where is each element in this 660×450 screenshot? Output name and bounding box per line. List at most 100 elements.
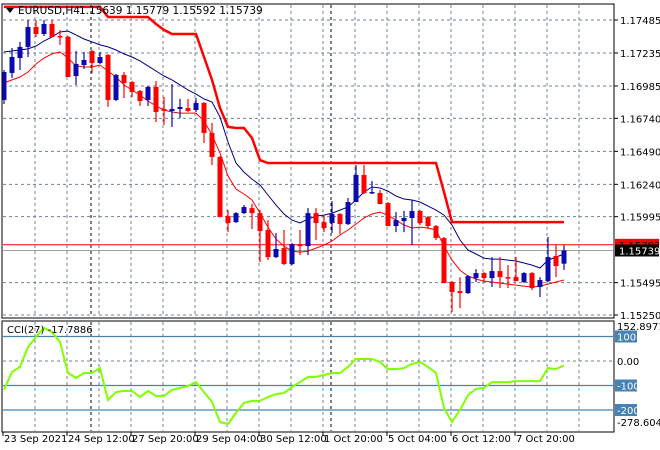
- bear-candle: [417, 210, 423, 225]
- time-tick-label: 24 Sep 12:00: [68, 434, 135, 445]
- candle-body: [537, 280, 543, 288]
- candle-body: [441, 238, 447, 284]
- price-tick-label: 1.16490: [620, 147, 660, 158]
- candle-body: [129, 82, 135, 92]
- candle-body: [81, 59, 87, 66]
- candle-body: [513, 277, 519, 282]
- bear-candle: [313, 208, 319, 241]
- bear-candle: [89, 49, 95, 73]
- candle-body: [17, 46, 23, 59]
- bear-candle: [185, 98, 191, 113]
- candle-body: [529, 273, 535, 289]
- candle-body: [241, 207, 247, 214]
- symbol-label: EURUSD,H4: [18, 5, 80, 17]
- candle-body: [449, 282, 455, 293]
- candle-body: [545, 257, 551, 282]
- bull-candle: [305, 208, 311, 256]
- bull-candle: [393, 212, 399, 233]
- bull-candle: [241, 205, 247, 215]
- price-tick-label: 1.15495: [620, 279, 660, 290]
- candle-body: [153, 86, 159, 113]
- price-tick-label: 1.17485: [620, 16, 660, 27]
- price-tick-label: 1.17235: [620, 49, 660, 60]
- bear-candle: [33, 20, 39, 37]
- candle-body: [49, 23, 55, 37]
- candle-body: [209, 132, 215, 158]
- candle-body: [409, 211, 415, 218]
- bull-candle: [9, 47, 15, 78]
- cci-title: CCI(27) -17.7886: [7, 325, 93, 336]
- bear-candle: [553, 245, 559, 278]
- time-tick-label: 1 Oct 20:00: [324, 434, 383, 445]
- candle-body: [217, 157, 223, 218]
- candle-body: [25, 26, 31, 47]
- time-tick-label: 23 Sep 2021: [4, 434, 67, 445]
- bull-candle: [177, 98, 183, 118]
- cci-level-label: -100: [617, 382, 640, 393]
- bear-candle: [385, 202, 391, 227]
- time-tick-label: 27 Sep 20:00: [132, 434, 199, 445]
- bull-candle: [145, 86, 151, 106]
- candle-body: [457, 291, 463, 294]
- candle-body: [177, 106, 183, 109]
- bull-candle: [289, 243, 295, 266]
- candle-body: [385, 203, 391, 227]
- bear-candle: [377, 190, 383, 205]
- bull-candle: [465, 275, 471, 294]
- candle-body: [105, 54, 111, 100]
- bear-candle: [65, 35, 71, 78]
- candle-body: [9, 56, 15, 73]
- bear-candle: [201, 101, 207, 144]
- bull-candle: [537, 277, 543, 298]
- bull-candle: [409, 200, 415, 246]
- candle-body: [97, 56, 103, 64]
- candle-body: [185, 108, 191, 111]
- bull-candle: [345, 198, 351, 225]
- bear-candle: [321, 215, 327, 233]
- candle-body: [137, 91, 143, 102]
- bear-candle: [225, 210, 231, 233]
- candle-body: [321, 222, 327, 229]
- candle-body: [289, 244, 295, 265]
- bull-candle: [329, 201, 335, 234]
- candle-body: [65, 36, 71, 78]
- bull-candle: [193, 98, 199, 113]
- candle-body: [161, 108, 167, 111]
- bear-candle: [105, 53, 111, 107]
- candle-body: [265, 230, 271, 258]
- price-tick-label: 1.16240: [620, 180, 660, 191]
- cci-level-label: -200: [617, 406, 640, 417]
- cci-level-label: 100: [617, 333, 636, 344]
- bear-candle: [529, 272, 535, 291]
- candle-body: [113, 74, 119, 100]
- bear-candle: [129, 80, 135, 97]
- bear-candle: [457, 277, 463, 309]
- candle-body: [473, 273, 479, 279]
- time-tick-label: 6 Oct 12:00: [452, 434, 511, 445]
- candle-body: [145, 86, 151, 100]
- bear-candle: [265, 220, 271, 261]
- candle-body: [337, 214, 343, 225]
- step-line: [4, 5, 564, 224]
- bear-candle: [257, 210, 263, 263]
- cci-tick-label: -278.6043: [617, 418, 660, 429]
- bear-candle: [433, 224, 439, 241]
- candle-body: [369, 191, 375, 194]
- time-tick-label: 30 Sep 12:00: [260, 434, 327, 445]
- candle-body: [257, 213, 263, 232]
- bear-candle: [425, 216, 431, 230]
- candle-body: [425, 217, 431, 227]
- candle-body: [433, 226, 439, 239]
- bull-candle: [545, 237, 551, 283]
- bear-candle: [337, 213, 343, 235]
- bull-candle: [169, 84, 175, 128]
- candle-body: [121, 74, 127, 83]
- candle-body: [377, 193, 383, 205]
- trading-chart[interactable]: 1.17485 1.17235 1.16985 1.16740 1.16490 1.162…: [0, 0, 660, 450]
- collapse-triangle-icon[interactable]: [6, 8, 14, 13]
- price-tick-label: 1.16985: [620, 82, 660, 93]
- bear-candle: [153, 80, 159, 123]
- candle-body: [361, 174, 367, 194]
- bear-candle: [449, 281, 455, 313]
- candle-body: [249, 208, 255, 214]
